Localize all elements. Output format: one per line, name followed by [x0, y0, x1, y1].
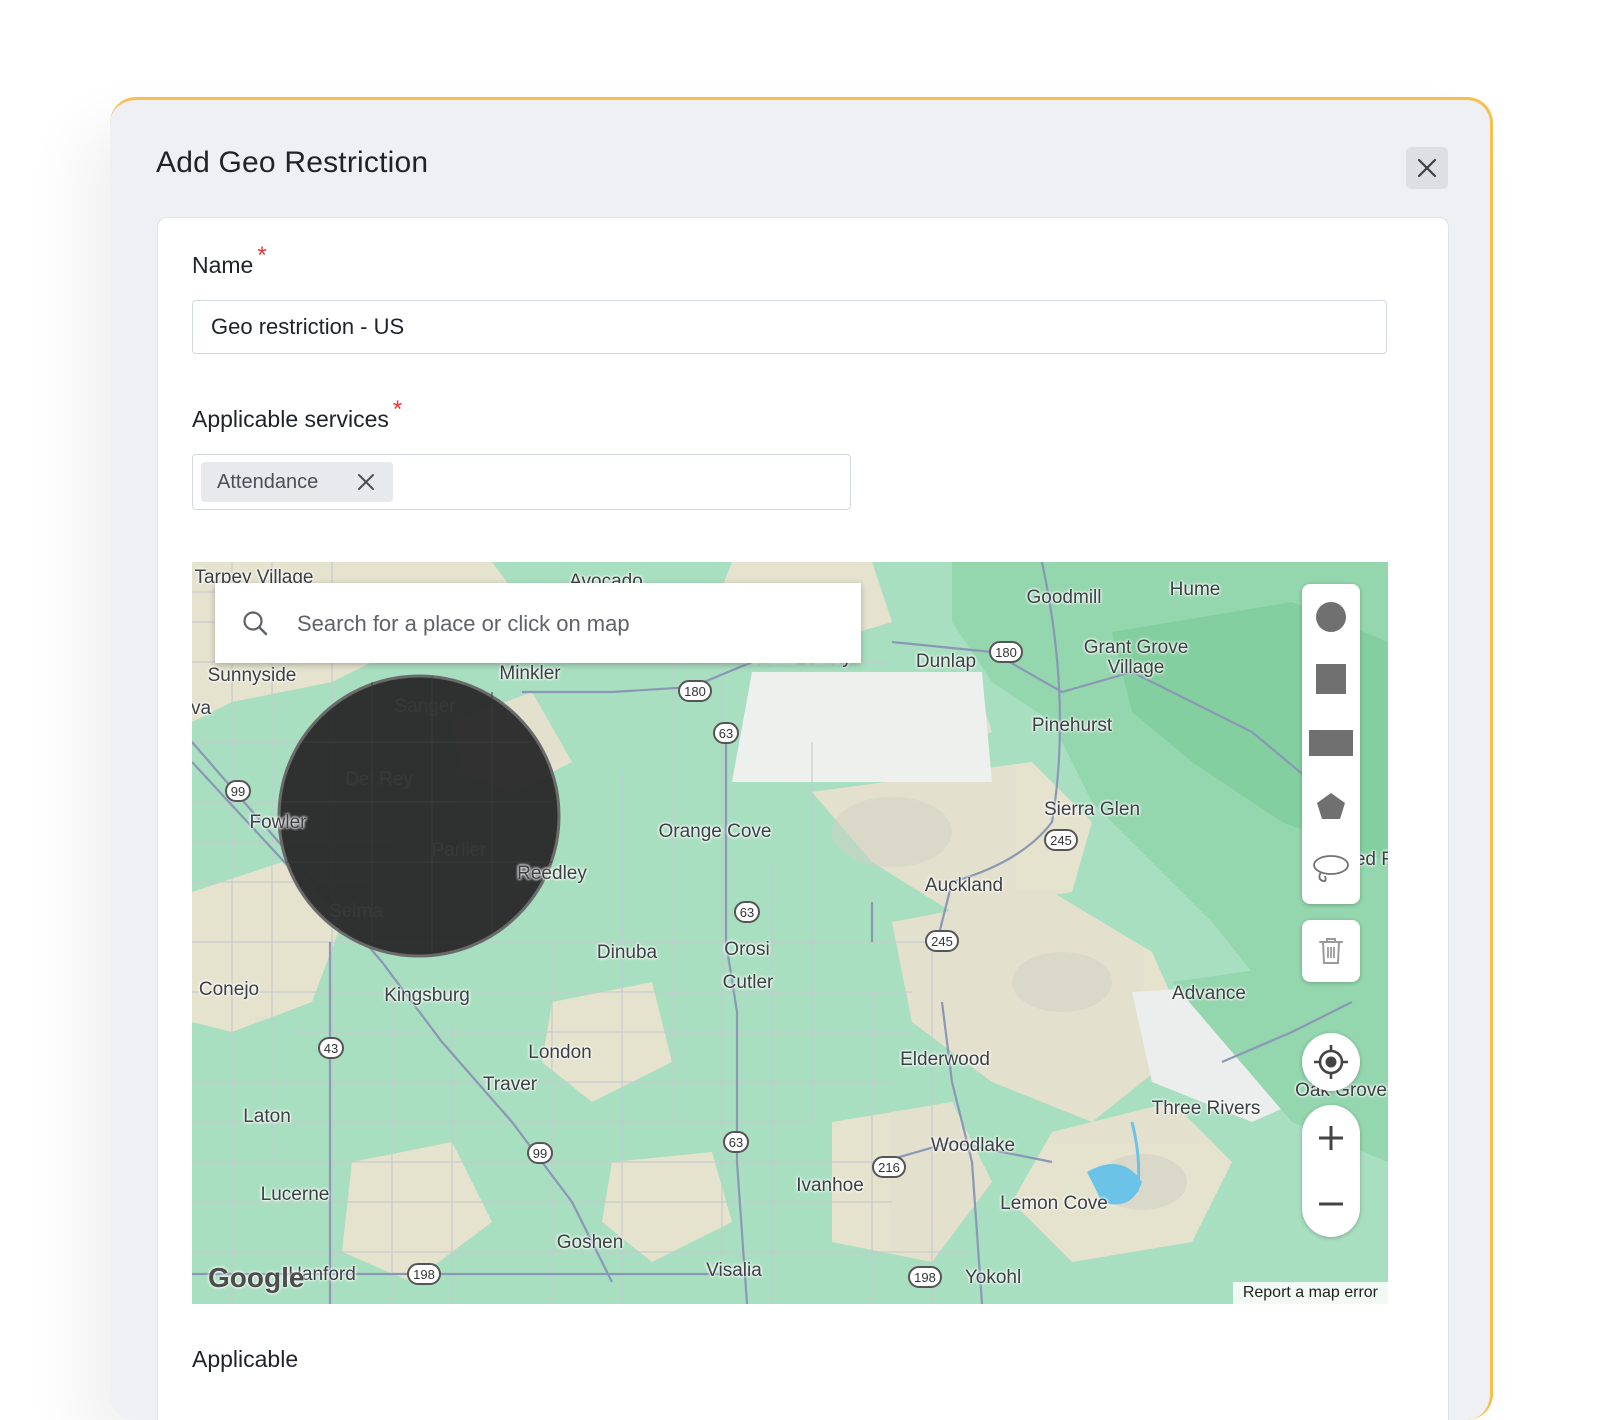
map-place-label: Parlier [431, 840, 487, 861]
map-view[interactable]: Tarpey Village Avocado Goodmill Hume Sun… [192, 562, 1388, 1304]
search-icon [243, 611, 268, 636]
trash-icon [1319, 938, 1343, 964]
route-shield: 63 [713, 722, 739, 744]
map-place-label: Ivanhoe [796, 1175, 864, 1196]
route-shield: 198 [407, 1263, 441, 1285]
drawing-tools-panel [1302, 584, 1360, 904]
map-place-label: Three Rivers [1151, 1098, 1261, 1119]
map-place-label: Hume [1169, 579, 1221, 600]
close-icon [1417, 158, 1437, 178]
map-place-label: Goshen [556, 1232, 624, 1253]
service-chip: Attendance [201, 462, 393, 502]
map-place-label: Dunlap [915, 651, 977, 672]
plus-icon [1319, 1126, 1343, 1150]
map-place-label: Orosi [724, 939, 770, 960]
route-shield: 245 [925, 930, 959, 952]
google-logo: Google [208, 1262, 305, 1293]
map-place-label: Laton [243, 1106, 291, 1127]
required-marker: * [257, 242, 267, 269]
close-button[interactable] [1406, 147, 1448, 189]
delete-shape-button[interactable] [1302, 920, 1360, 982]
services-field-label: Applicable services * [192, 396, 402, 434]
route-shield: 198 [908, 1266, 942, 1288]
services-multiselect[interactable]: Attendance [192, 454, 851, 510]
square-tool-icon [1316, 664, 1346, 694]
next-field-label: Applicable [192, 1346, 299, 1372]
dialog-title: Add Geo Restriction [156, 146, 429, 179]
my-location-button[interactable] [1302, 1033, 1360, 1091]
map-place-label: Advance [1172, 983, 1246, 1004]
zoom-in-button[interactable] [1302, 1107, 1360, 1169]
route-shield: 99 [527, 1142, 553, 1164]
map-place-label: Kingsburg [384, 985, 470, 1006]
lasso-tool-icon [1313, 855, 1349, 883]
route-shield: 180 [989, 641, 1023, 663]
name-field-label: Name * [192, 242, 267, 280]
square-tool-button[interactable] [1302, 650, 1360, 708]
route-shield: 245 [1044, 829, 1078, 851]
map-place-label: Elderwood [900, 1049, 990, 1070]
map-place-label: Village [1107, 657, 1165, 678]
rectangle-tool-button[interactable] [1302, 714, 1360, 772]
map-place-label: Conejo [198, 979, 260, 1000]
geo-restriction-dialog: Add Geo Restriction Name* Applicable ser… [110, 97, 1493, 1420]
polygon-tool-button[interactable] [1302, 778, 1360, 836]
map-place-label: London [528, 1042, 592, 1063]
route-shield: 63 [723, 1131, 749, 1153]
map-place-label: Visalia [706, 1260, 762, 1281]
map-place-label: Auckland [924, 875, 1004, 896]
map-place-label: Pinehurst [1031, 715, 1113, 736]
map-place-label: Grant Grove [1083, 637, 1189, 658]
route-shield: 216 [872, 1156, 906, 1178]
rectangle-tool-icon [1309, 730, 1353, 756]
map-place-label: Lucerne [260, 1184, 330, 1205]
map-search-input[interactable] [295, 603, 839, 645]
services-label-text: Applicable services [192, 406, 389, 432]
remove-chip-icon[interactable] [357, 473, 375, 491]
map-place-label: Woodlake [930, 1135, 1016, 1156]
minus-icon [1319, 1202, 1343, 1206]
polygon-tool-icon [1317, 793, 1345, 819]
crosshair-icon [1314, 1045, 1348, 1079]
route-shield: 43 [318, 1037, 344, 1059]
map-place-label: Sierra Glen [1043, 799, 1141, 820]
map-search-box [215, 583, 861, 663]
zoom-out-button[interactable] [1302, 1173, 1360, 1235]
map-place-label: Traver [482, 1074, 538, 1095]
report-map-error-link[interactable]: Report a map error [1232, 1282, 1388, 1304]
service-chip-label: Attendance [217, 470, 319, 493]
route-shield: 180 [678, 680, 712, 702]
map-place-label: Fowler [249, 812, 307, 833]
circle-tool-icon [1316, 602, 1346, 632]
map-place-label: Del Rey [345, 769, 413, 790]
lasso-tool-button[interactable] [1302, 840, 1360, 898]
map-place-label: va [192, 698, 212, 719]
name-label-text: Name [192, 252, 254, 278]
map-place-label: Orange Cove [658, 821, 772, 842]
map-place-label: Dinuba [596, 942, 658, 963]
map-place-label: Reedley [517, 863, 587, 884]
map-place-label: Selma [329, 901, 383, 922]
form-card: Name* Applicable services* Attendance [157, 217, 1449, 1420]
name-input[interactable] [192, 300, 1387, 354]
map-place-label: Sanger [394, 696, 456, 717]
map-terrain [192, 562, 1388, 1304]
map-place-label: Cutler [722, 972, 774, 993]
map-place-label: Yokohl [964, 1267, 1022, 1288]
route-shield: 99 [225, 780, 251, 802]
map-place-label: Lemon Cove [1000, 1193, 1108, 1214]
map-place-label: Goodmill [1026, 587, 1102, 608]
map-place-label: Minkler [499, 663, 561, 684]
map-place-label: Sunnyside [207, 665, 297, 686]
circle-tool-button[interactable] [1302, 588, 1360, 646]
route-shield: 63 [734, 901, 760, 923]
zoom-controls [1302, 1105, 1360, 1237]
required-marker: * [392, 396, 403, 423]
